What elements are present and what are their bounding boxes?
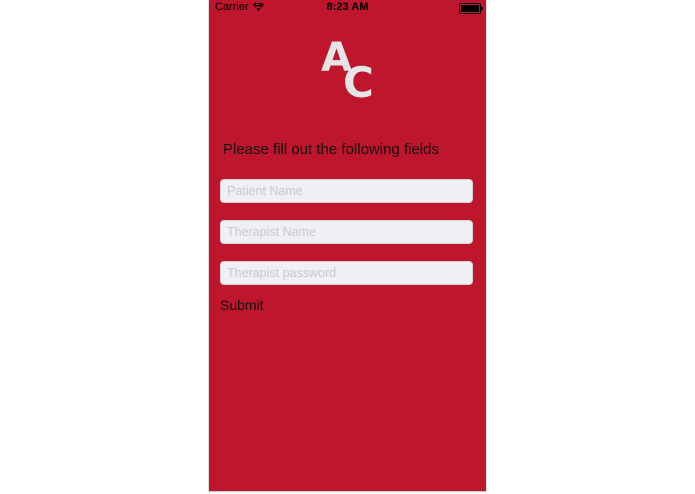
- status-time: 8:23 AM: [326, 1, 369, 13]
- battery-level: [461, 5, 479, 12]
- app-logo: A C: [321, 38, 377, 104]
- patient-name-input[interactable]: [220, 179, 473, 203]
- app-screen: Carrier 8:23 AM A C Please fill out the …: [208, 0, 487, 492]
- logo-letter-c: C: [343, 58, 374, 107]
- battery-full-icon: [459, 3, 483, 14]
- status-bar: Carrier 8:23 AM: [209, 0, 486, 14]
- therapist-name-input[interactable]: [220, 220, 473, 244]
- form-instructions: Please fill out the following fields: [223, 141, 439, 158]
- submit-button[interactable]: Submit: [220, 297, 264, 313]
- therapist-password-input[interactable]: [220, 261, 473, 285]
